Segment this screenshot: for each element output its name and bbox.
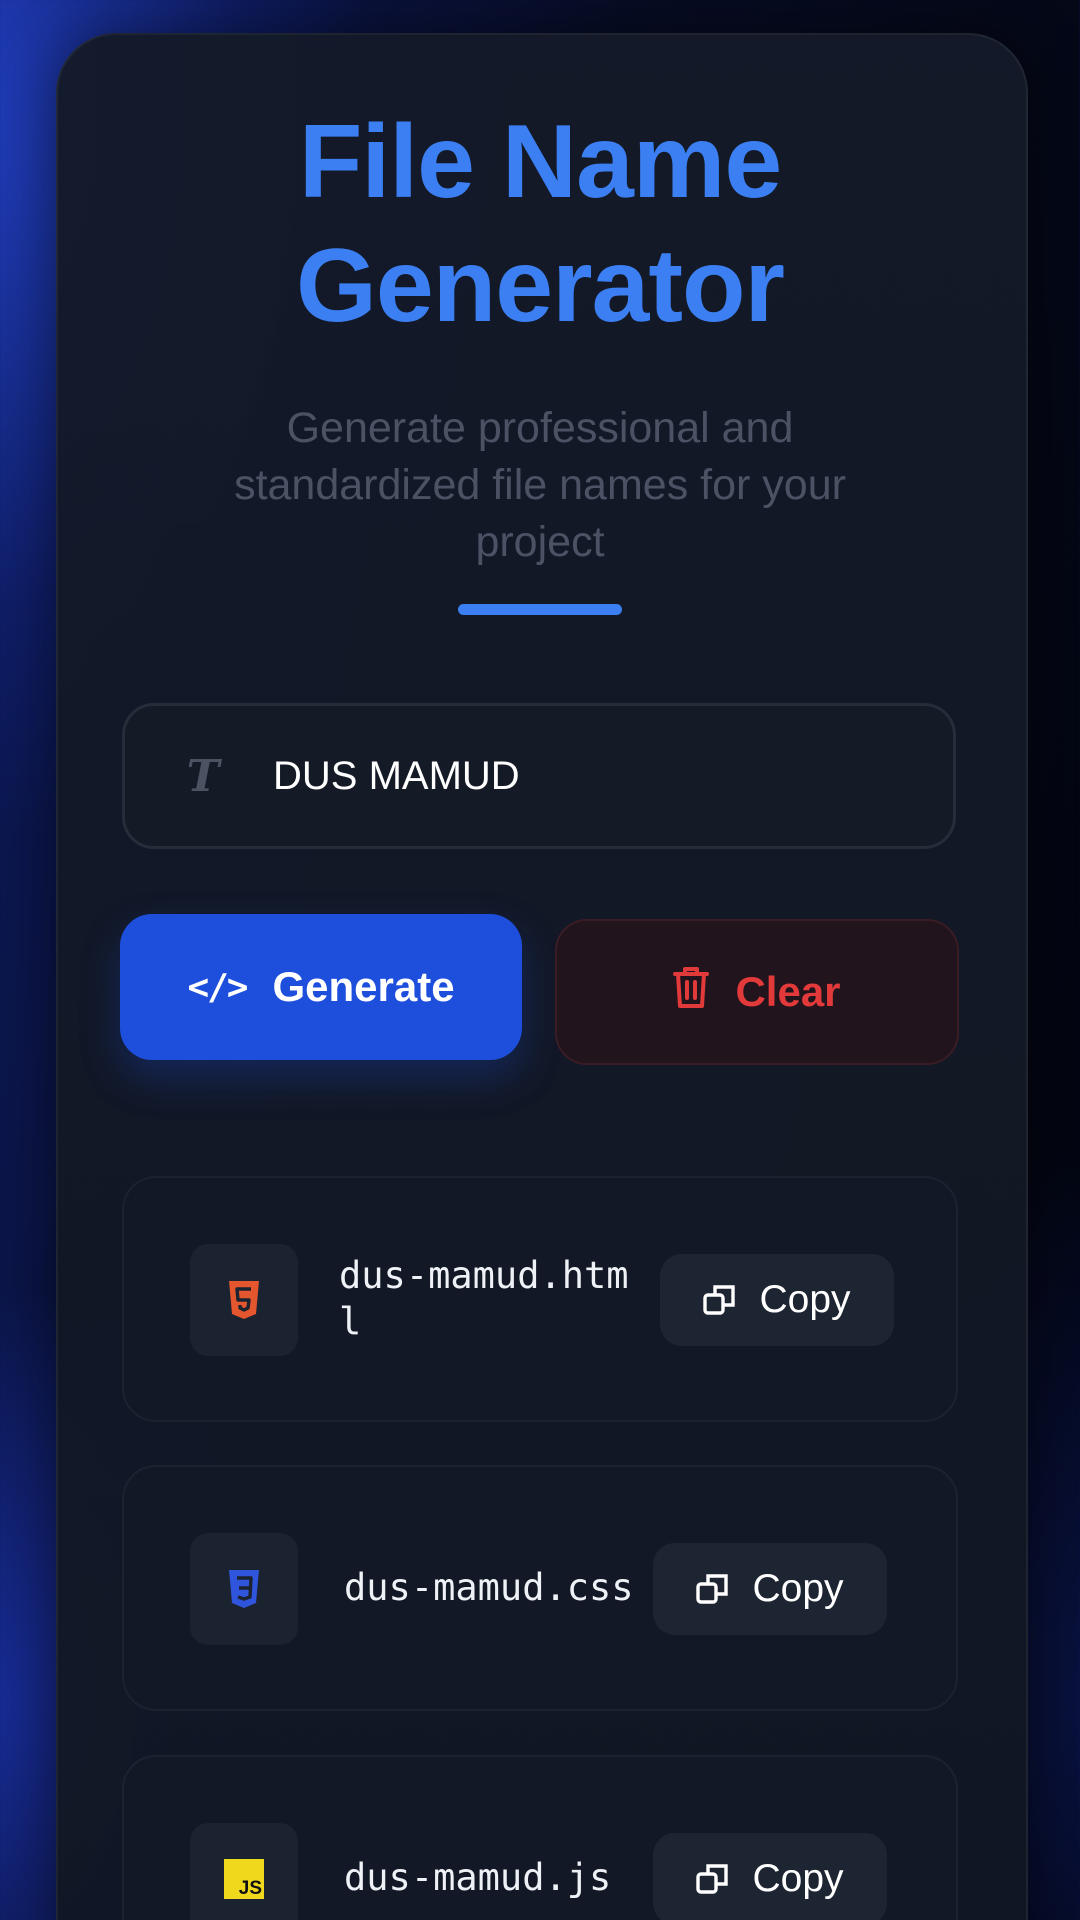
clear-button[interactable]: Clear [555, 919, 959, 1065]
text-icon: T [186, 750, 220, 802]
code-icon: </> [187, 966, 248, 1008]
file-name-input-field[interactable]: T [122, 703, 956, 849]
file-name-input[interactable] [273, 753, 833, 799]
page-subtitle: Generate professional and standardized f… [234, 404, 846, 566]
copy-icon [696, 1574, 729, 1604]
page-title: File Name Generator [56, 100, 1024, 348]
generate-button[interactable]: </> Generate [120, 914, 522, 1060]
file-name-text: dus-mamud.js [344, 1856, 612, 1899]
copy-button[interactable]: Copy [653, 1833, 887, 1920]
trash-icon [673, 965, 710, 1019]
result-item-css: dus-mamud.css Copy [122, 1465, 958, 1711]
css3-icon [190, 1533, 298, 1645]
js-logo-text: JS [238, 1878, 262, 1899]
js-logo: JS [224, 1859, 264, 1899]
title-line-2: Generator [295, 228, 785, 344]
copy-icon [703, 1285, 736, 1315]
clear-button-label: Clear [735, 968, 841, 1015]
copy-button-label: Copy [752, 1567, 844, 1610]
result-item-js: JS dus-mamud.js Copy [122, 1755, 958, 1920]
copy-button[interactable]: Copy [660, 1254, 894, 1346]
file-name-text: dus-mamud.css [344, 1566, 634, 1609]
result-item-html: dus-mamud.html Copy [122, 1176, 958, 1422]
html5-icon [190, 1244, 298, 1356]
js-icon: JS [190, 1823, 298, 1920]
title-line-1: File Name [298, 104, 782, 220]
file-name-text: dus-mamud.html [339, 1254, 629, 1343]
title-divider [458, 604, 622, 615]
generate-button-label: Generate [272, 963, 455, 1010]
copy-button[interactable]: Copy [653, 1543, 887, 1635]
copy-button-label: Copy [752, 1857, 844, 1900]
copy-button-label: Copy [759, 1278, 851, 1321]
copy-icon [696, 1864, 729, 1894]
